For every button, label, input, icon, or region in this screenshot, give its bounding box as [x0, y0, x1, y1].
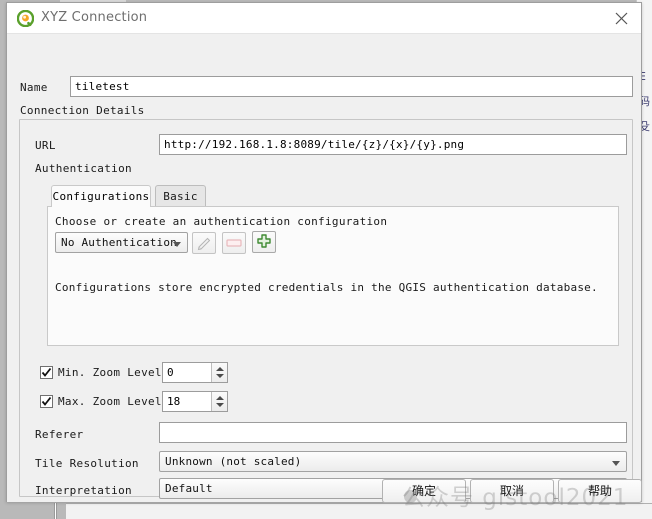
screen: E 码 殳 XYZ Connection Name tiletest Conne…: [0, 0, 652, 519]
max-zoom-stepper[interactable]: 18: [162, 391, 228, 412]
tab-configurations[interactable]: Configurations: [51, 185, 151, 207]
min-zoom-checkbox[interactable]: [40, 366, 53, 379]
auth-config-value: No Authentication: [61, 236, 177, 249]
name-label: Name: [20, 81, 48, 94]
dialog-title: XYZ Connection: [41, 10, 148, 25]
url-input[interactable]: [159, 134, 627, 155]
authentication-label: Authentication: [35, 162, 132, 175]
min-zoom-stepper-buttons[interactable]: [211, 363, 227, 382]
help-button[interactable]: 帮助: [558, 479, 642, 503]
auth-prompt-label: Choose or create an authentication confi…: [55, 215, 388, 228]
interpretation-value: Default: [165, 482, 213, 495]
background-window-bottom-bar: [66, 503, 652, 519]
tile-resolution-value: Unknown (not scaled): [165, 455, 302, 468]
qgis-logo-icon: [16, 9, 35, 28]
dialog-titlebar[interactable]: XYZ Connection: [7, 3, 641, 34]
max-zoom-increment-icon[interactable]: [216, 396, 224, 400]
max-zoom-stepper-buttons[interactable]: [211, 392, 227, 411]
close-icon[interactable]: [609, 8, 633, 30]
referer-input[interactable]: [159, 422, 627, 443]
chevron-down-icon: [612, 461, 620, 466]
dialog-body: Name Connection Details URL Authenticati…: [7, 34, 641, 502]
max-zoom-decrement-icon[interactable]: [216, 403, 224, 407]
auth-config-select[interactable]: No Authentication: [55, 232, 188, 253]
xyz-connection-dialog: XYZ Connection Name Connection Details U…: [6, 2, 642, 502]
url-label: URL: [35, 139, 56, 152]
min-zoom-increment-icon[interactable]: [216, 367, 224, 371]
min-zoom-decrement-icon[interactable]: [216, 374, 224, 378]
min-zoom-label: Min. Zoom Level: [58, 366, 162, 379]
interpretation-label: Interpretation: [35, 484, 132, 497]
cancel-button[interactable]: 取消: [470, 479, 554, 503]
ok-button[interactable]: 确定: [382, 479, 466, 503]
min-zoom-value: 0: [167, 366, 174, 379]
tile-resolution-label: Tile Resolution: [35, 457, 139, 470]
chevron-down-icon: [173, 242, 181, 247]
auth-note-text: Configurations store encrypted credentia…: [55, 281, 598, 294]
minus-remove-icon[interactable]: [222, 232, 246, 254]
tile-resolution-select[interactable]: Unknown (not scaled): [159, 451, 627, 472]
plus-add-icon[interactable]: [252, 231, 276, 253]
max-zoom-checkbox[interactable]: [40, 395, 53, 408]
background-window-bottom-left-edge: [54, 503, 57, 519]
max-zoom-value: 18: [167, 395, 181, 408]
max-zoom-label: Max. Zoom Level: [58, 395, 162, 408]
pencil-edit-icon[interactable]: [192, 232, 216, 254]
tab-basic[interactable]: Basic: [155, 185, 206, 207]
connection-details-title: Connection Details: [20, 104, 145, 117]
name-input[interactable]: [70, 76, 633, 97]
referer-label: Referer: [35, 428, 84, 441]
min-zoom-stepper[interactable]: 0: [162, 362, 228, 383]
